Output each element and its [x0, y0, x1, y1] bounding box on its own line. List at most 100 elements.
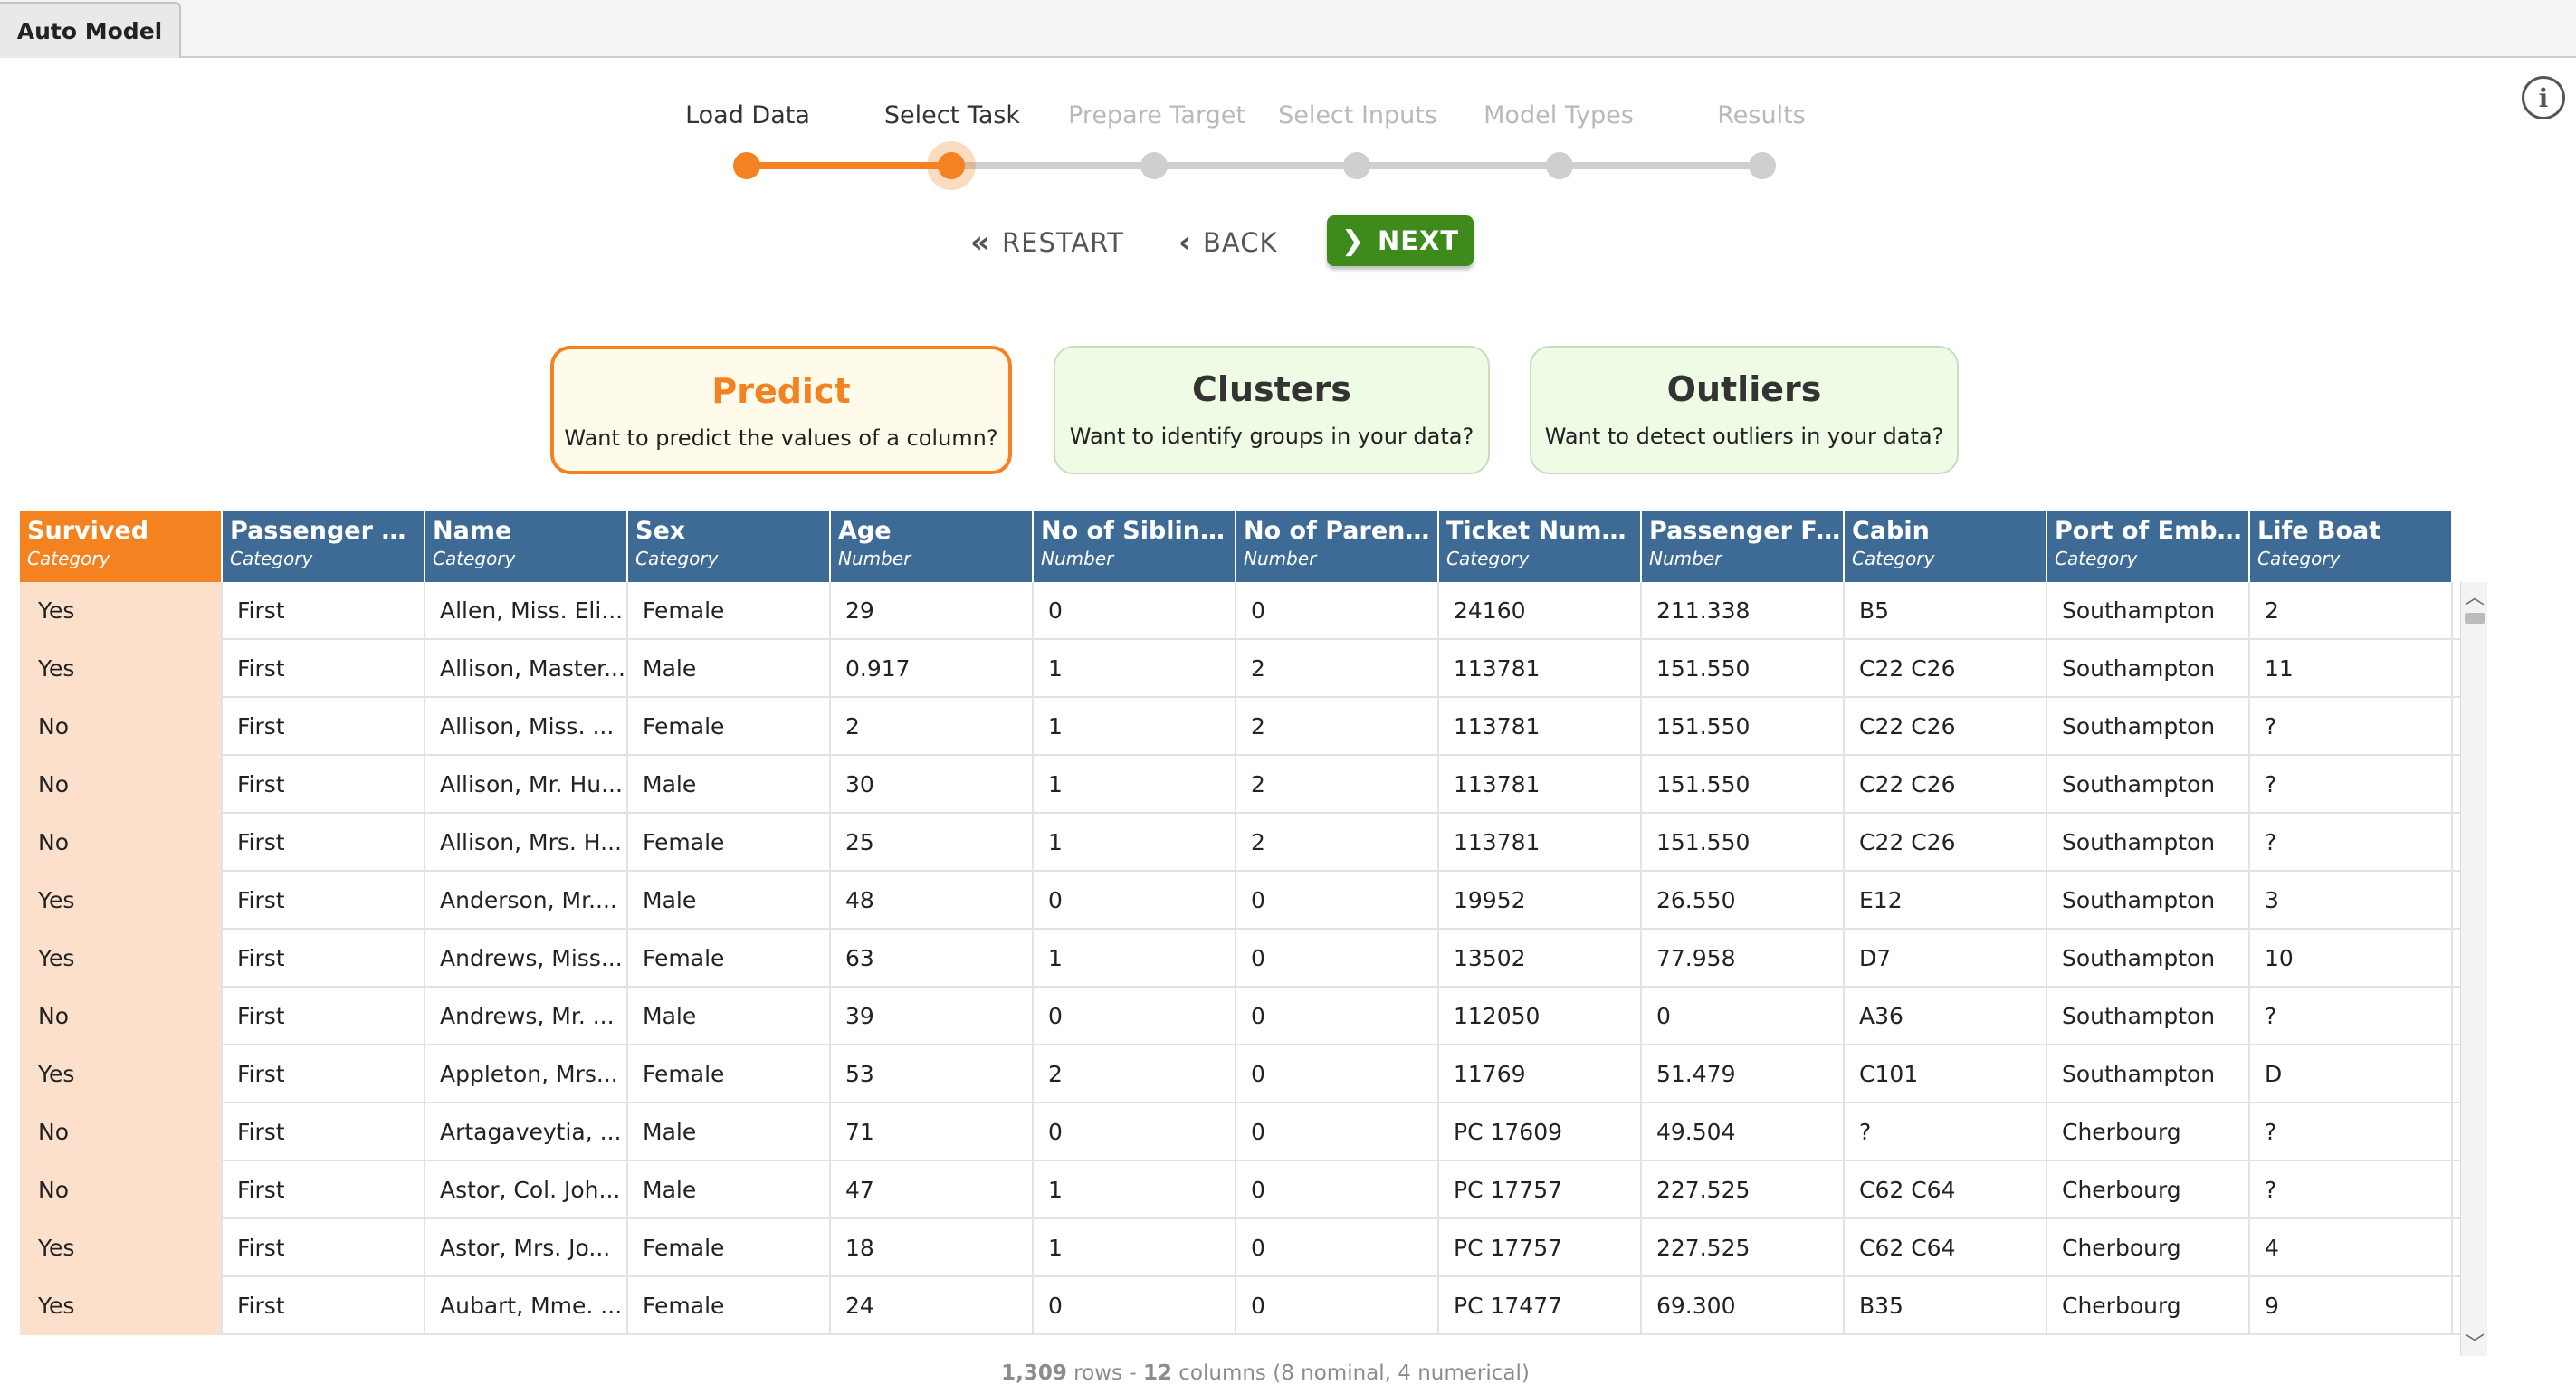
table-cell: 71	[831, 1103, 1034, 1161]
table-row[interactable]: No First Allison, Mr. Hu... Male 30 1 2 113781 1…	[20, 756, 2460, 814]
task-card-clusters[interactable]: Clusters Want to identify groups in your…	[1054, 346, 1490, 474]
table-cell: First	[223, 756, 425, 814]
table-cell: 49.504	[1642, 1103, 1845, 1161]
step-dot-load-data[interactable]	[733, 152, 760, 179]
table-header: Survived Category Passenger Cl... Category N…	[20, 511, 2460, 582]
scrollbar-thumb[interactable]	[2465, 613, 2485, 624]
table-cell: Yes	[20, 930, 223, 988]
column-name: Port of Emba...	[2055, 517, 2248, 545]
restart-button[interactable]: « RESTART	[970, 217, 1124, 268]
table-row[interactable]: Yes First Aubart, Mme. ... Female 24 0 0 PC 174…	[20, 1277, 2460, 1335]
column-type: Category	[433, 548, 516, 569]
column-header[interactable]: Passenger Cl... Category	[223, 511, 425, 582]
table-cell: ?	[2250, 756, 2453, 814]
column-header[interactable]: Ticket Numb... Category	[1439, 511, 1642, 582]
table-cell: 30	[831, 756, 1034, 814]
table-cell: D7	[1845, 930, 2047, 988]
column-header[interactable]: Cabin Category	[1845, 511, 2047, 582]
back-label: BACK	[1203, 227, 1278, 258]
tab-auto-model[interactable]: Auto Model	[0, 2, 181, 58]
next-label: NEXT	[1377, 225, 1460, 256]
table-cell: C22 C26	[1845, 698, 2047, 756]
table-cell: 1	[1034, 930, 1236, 988]
table-cell: C22 C26	[1845, 756, 2047, 814]
step-model-types: Model Types	[1484, 101, 1634, 129]
column-header[interactable]: Survived Category	[20, 511, 223, 582]
info-icon[interactable]: i	[2522, 76, 2565, 119]
table-row[interactable]: No First Andrews, Mr. ... Male 39 0 0 112050 0 A3…	[20, 988, 2460, 1046]
table-cell: 0	[1236, 1046, 1439, 1103]
table-cell: Andrews, Mr. ...	[425, 988, 628, 1046]
table-cell: 0	[1034, 1103, 1236, 1161]
table-row[interactable]: No First Allison, Mrs. H... Female 25 1 2 11378…	[20, 814, 2460, 872]
table-cell: Southampton	[2047, 640, 2250, 698]
column-header[interactable]: Age Number	[831, 511, 1034, 582]
table-cell: 63	[831, 930, 1034, 988]
column-header[interactable]: Passenger Fa... Number	[1642, 511, 1845, 582]
column-name: Passenger Fa...	[1649, 517, 1843, 545]
table-cell: Astor, Mrs. Jo...	[425, 1219, 628, 1277]
column-type: Category	[1446, 548, 1530, 569]
table-cell: Male	[628, 640, 831, 698]
column-name: Life Boat	[2257, 517, 2381, 545]
table-cell: 25	[831, 814, 1034, 872]
table-row[interactable]: Yes First Appleton, Mrs... Female 53 2 0 11769 5…	[20, 1046, 2460, 1103]
task-card-predict[interactable]: Predict Want to predict the values of a …	[550, 346, 1012, 474]
column-type: Category	[2257, 548, 2341, 569]
next-button[interactable]: ❯ NEXT	[1327, 215, 1474, 266]
table-row[interactable]: No First Astor, Col. Joh... Male 47 1 0 PC 1775…	[20, 1161, 2460, 1219]
table-cell: 2	[1236, 640, 1439, 698]
table-row[interactable]: Yes First Andrews, Miss... Female 63 1 0 13502 7…	[20, 930, 2460, 988]
table-row[interactable]: No First Artagaveytia, ... Male 71 0 0 PC 17609…	[20, 1103, 2460, 1161]
table-cell: Cherbourg	[2047, 1219, 2250, 1277]
table-summary: 1,309 rows - 12 columns (8 nominal, 4 nu…	[0, 1361, 2531, 1385]
chevron-right-icon: ❯	[1340, 224, 1365, 257]
column-name: Passenger Cl...	[230, 517, 424, 545]
step-prepare-target: Prepare Target	[1068, 101, 1245, 129]
table-row[interactable]: Yes First Anderson, Mr.... Male 48 0 0 19952 26.…	[20, 872, 2460, 930]
table-cell: Astor, Col. Joh...	[425, 1161, 628, 1219]
table-cell: 4	[2250, 1219, 2453, 1277]
column-name: No of Parents...	[1244, 517, 1437, 545]
table-row[interactable]: Yes First Astor, Mrs. Jo... Female 18 1 0 PC 17…	[20, 1219, 2460, 1277]
table-cell: 2	[1236, 814, 1439, 872]
column-header[interactable]: Sex Category	[628, 511, 831, 582]
column-type: Category	[2055, 548, 2138, 569]
table-cell: 0	[1236, 1277, 1439, 1335]
restart-label: RESTART	[1001, 227, 1124, 258]
table-scrollbar[interactable]: ︿ ﹀	[2460, 582, 2487, 1356]
table-cell: 2	[2250, 582, 2453, 640]
table-cell: 113781	[1439, 756, 1642, 814]
table-cell: C22 C26	[1845, 814, 2047, 872]
step-dot-select-task[interactable]	[938, 152, 965, 179]
table-cell: 0	[1236, 1219, 1439, 1277]
table-row[interactable]: Yes First Allison, Master... Male 0.917 1 2 113…	[20, 640, 2460, 698]
table-cell: 1	[1034, 1219, 1236, 1277]
table-cell: 151.550	[1642, 756, 1845, 814]
table-cell: 2	[1236, 698, 1439, 756]
step-select-task[interactable]: Select Task	[862, 101, 1043, 129]
step-dot-results	[1749, 152, 1776, 179]
task-card-outliers[interactable]: Outliers Want to detect outliers in your…	[1530, 346, 1959, 474]
column-name: No of Sibling...	[1041, 517, 1235, 545]
column-type: Number	[1041, 548, 1114, 569]
column-header[interactable]: Life Boat Category	[2250, 511, 2453, 582]
step-load-data[interactable]: Load Data	[657, 101, 838, 129]
scroll-down-icon[interactable]: ﹀	[2461, 1329, 2488, 1356]
table-row[interactable]: No First Allison, Miss. ... Female 2 1 2 113781…	[20, 698, 2460, 756]
step-dot-model-types	[1546, 152, 1573, 179]
table-cell: 11	[2250, 640, 2453, 698]
column-header[interactable]: No of Parents... Number	[1236, 511, 1439, 582]
column-type: Category	[230, 548, 313, 569]
column-header[interactable]: Port of Emba... Category	[2047, 511, 2250, 582]
table-cell: 47	[831, 1161, 1034, 1219]
table-cell: 113781	[1439, 698, 1642, 756]
back-button[interactable]: ‹ BACK	[1178, 217, 1278, 268]
scroll-up-icon[interactable]: ︿	[2461, 582, 2488, 609]
column-header[interactable]: No of Sibling... Number	[1034, 511, 1236, 582]
column-header[interactable]: Name Category	[425, 511, 628, 582]
table-cell: 0	[1236, 872, 1439, 930]
table-row[interactable]: Yes First Allen, Miss. Eli... Female 29 0 0 241…	[20, 582, 2460, 640]
step-dot-select-inputs	[1343, 152, 1370, 179]
table-cell: Southampton	[2047, 872, 2250, 930]
